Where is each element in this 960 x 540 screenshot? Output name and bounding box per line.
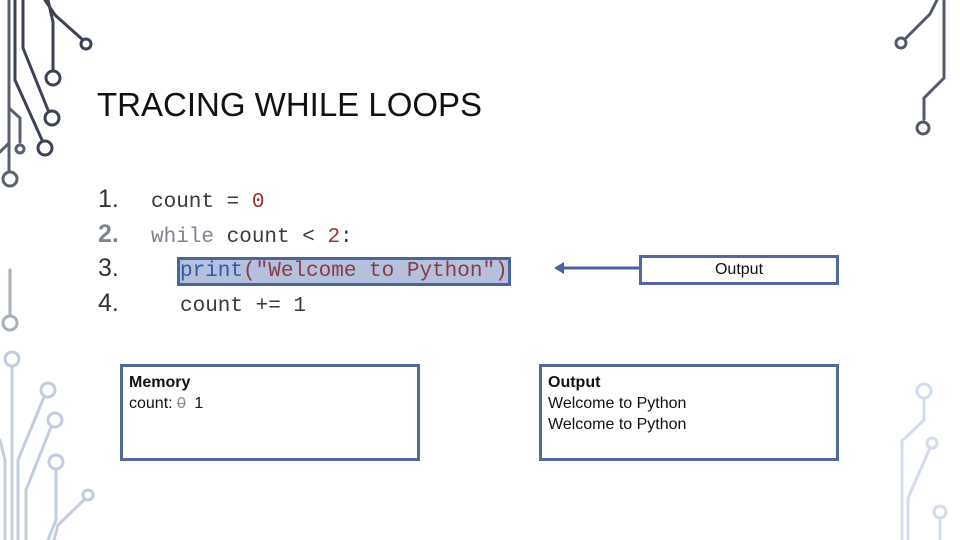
line-number: 3. [98, 254, 119, 282]
output-heading: Output [548, 374, 601, 391]
old-value: 0 [177, 395, 186, 412]
line-number: 1. [98, 185, 119, 213]
slide-title: TRACING WHILE LOOPS [97, 86, 483, 123]
code-line-2: 2. while count < 2: [98, 217, 508, 252]
arrow-left-icon [554, 262, 640, 274]
code-text: count = [151, 191, 252, 214]
keyword-while: while [151, 225, 215, 249]
string-literal: ("Welcome to Python") [243, 260, 508, 283]
line-number: 4. [98, 288, 119, 317]
output-panel: Output Welcome to Python Welcome to Pyth… [539, 364, 839, 461]
memory-variable: count: 0 1 [129, 393, 411, 414]
memory-heading: Memory [129, 374, 191, 391]
number-literal: 0 [251, 191, 265, 214]
code-text: count < [214, 225, 328, 249]
code-block: 1. count = 0 2. while count < 2: 3. print("… [98, 182, 511, 321]
code-text: count += 1 [180, 294, 307, 318]
line-number: 2. [98, 219, 119, 248]
code-line-3: 3. print("Welcome to Python") [98, 251, 511, 286]
output-line: Welcome to Python [548, 395, 687, 412]
output-label-box: Output [639, 255, 839, 285]
memory-panel: Memory count: 0 1 [120, 364, 420, 461]
current-value: 1 [194, 395, 204, 412]
circuit-trace-icon [13, 0, 93, 157]
builtin-print: print [180, 260, 244, 283]
code-line-1: 1. count = 0 [98, 182, 508, 217]
output-line: Welcome to Python [548, 416, 687, 433]
code-line-4: 4. count += 1 [98, 286, 508, 321]
variable-name: count: [129, 395, 173, 412]
code-text: : [340, 225, 353, 249]
number-literal: 2 [327, 225, 341, 249]
highlighted-statement: print("Welcome to Python") [177, 257, 511, 286]
